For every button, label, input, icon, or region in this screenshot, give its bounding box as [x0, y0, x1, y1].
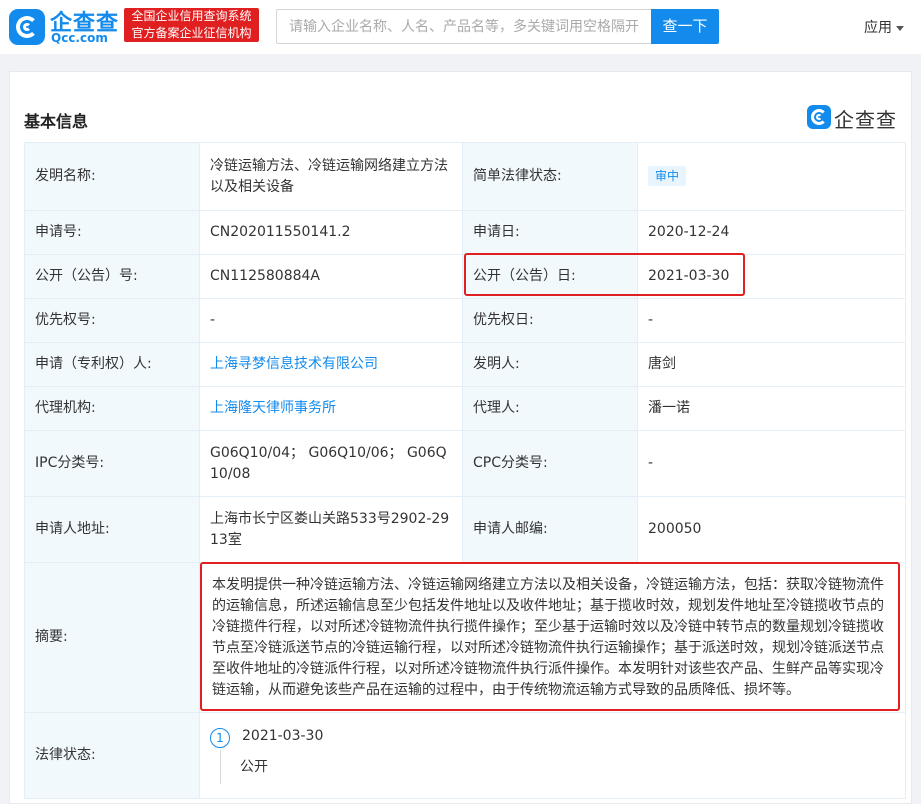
slogan-line-1: 全国企业信用查询系统 [131, 9, 252, 23]
priority-no-label: 优先权号: [24, 298, 200, 343]
agency-link[interactable]: 上海隆天律师事务所 [210, 400, 336, 416]
ipc-value: G06Q10/04； G06Q10/06； G06Q10/08 [199, 430, 463, 497]
table-row: 公开（公告）号: CN112580884A 公开（公告）日: 2021-03-3… [24, 254, 906, 299]
table-row: 代理机构: 上海隆天律师事务所 代理人: 潘一诺 [24, 386, 906, 431]
priority-date-label: 优先权日: [462, 298, 638, 343]
inventor-label: 发明人: [462, 342, 638, 387]
ipc-label: IPC分类号: [24, 430, 200, 497]
invention-name-value: 冷链运输方法、冷链运输网络建立方法以及相关设备 [199, 142, 463, 211]
slogan-line-2: 官方备案企业征信机构 [131, 26, 252, 40]
legal-status-simple-cell: 审中 [637, 142, 906, 211]
status-badge: 审中 [648, 166, 687, 186]
table-row: 申请人地址: 上海市长宁区娄山关路533号2902-2913室 申请人邮编: 2… [24, 496, 906, 563]
cpc-label: CPC分类号: [462, 430, 638, 497]
logo-domain: Qcc.com [51, 31, 108, 45]
publication-date-label: 公开（公告）日: [462, 254, 638, 299]
table-row: 申请号: CN202011550141.2 申请日: 2020-12-24 [24, 210, 906, 255]
priority-date-value: - [637, 298, 906, 343]
apps-label: 应用 [864, 20, 892, 36]
abstract-label: 摘要: [24, 562, 200, 713]
qcc-watermark: 企查查 [807, 104, 903, 132]
timeline-step-index: 1 [210, 727, 230, 748]
table-row: 发明名称: 冷链运输方法、冷链运输网络建立方法以及相关设备 简单法律状态: 审中 [24, 142, 906, 211]
postcode-value: 200050 [637, 496, 906, 563]
watermark-text: 企查查 [834, 108, 897, 132]
publication-date-value: 2021-03-30 [637, 254, 906, 299]
basic-info-table: 发明名称: 冷链运输方法、冷链运输网络建立方法以及相关设备 简单法律状态: 审中… [24, 142, 906, 799]
address-label: 申请人地址: [24, 496, 200, 563]
inventor-value: 唐剑 [637, 342, 906, 387]
legal-status-cell: 1 2021-03-30 公开 [199, 712, 906, 799]
publication-no-label: 公开（公告）号: [24, 254, 200, 299]
table-row: 申请（专利权）人: 上海寻梦信息技术有限公司 发明人: 唐剑 [24, 342, 906, 387]
invention-name-label: 发明名称: [24, 142, 200, 211]
priority-no-value: - [199, 298, 463, 343]
agent-label: 代理人: [462, 386, 638, 431]
logo-ring-inner [816, 114, 822, 120]
qcc-logo-icon [807, 105, 831, 129]
application-date-value: 2020-12-24 [637, 210, 906, 255]
legal-status-simple-label: 简单法律状态: [462, 142, 638, 211]
search-input[interactable] [277, 10, 652, 43]
agency-label: 代理机构: [24, 386, 200, 431]
legal-status-timeline: 1 2021-03-30 公开 [210, 720, 895, 792]
top-navbar: 企查查 Qcc.com 全国企业信用查询系统 官方备案企业征信机构 查一下 应用 [0, 0, 921, 54]
apps-menu[interactable]: 应用 [864, 17, 904, 37]
postcode-label: 申请人邮编: [462, 496, 638, 563]
publication-no-value: CN112580884A [199, 254, 463, 299]
qcc-logo-icon[interactable] [9, 9, 45, 45]
search-box [276, 9, 652, 44]
search-button[interactable]: 查一下 [651, 9, 719, 44]
slogan-badge: 全国企业信用查询系统 官方备案企业征信机构 [124, 8, 259, 42]
table-row: IPC分类号: G06Q10/04； G06Q10/06； G06Q10/08 … [24, 430, 906, 497]
logo-ring-inner [23, 23, 31, 31]
agency-cell: 上海隆天律师事务所 [199, 386, 463, 431]
applicant-cell: 上海寻梦信息技术有限公司 [199, 342, 463, 387]
caret-down-icon [896, 25, 904, 31]
section-title: 基本信息 [24, 112, 89, 131]
applicant-label: 申请（专利权）人: [24, 342, 200, 387]
table-row: 法律状态: 1 2021-03-30 公开 [24, 712, 906, 799]
timeline-date: 2021-03-30 [242, 727, 324, 744]
table-row: 优先权号: - 优先权日: - [24, 298, 906, 343]
application-date-label: 申请日: [462, 210, 638, 255]
application-no-value: CN202011550141.2 [199, 210, 463, 255]
agent-value: 潘一诺 [637, 386, 906, 431]
timeline-status: 公开 [240, 758, 268, 775]
abstract-value: 本发明提供一种冷链运输方法、冷链运输网络建立方法以及相关设备，冷链运输方法，包括… [199, 562, 906, 713]
legal-status-label: 法律状态: [24, 712, 200, 799]
timeline-connector [220, 749, 221, 784]
address-value: 上海市长宁区娄山关路533号2902-2913室 [199, 496, 463, 563]
cpc-value: - [637, 430, 906, 497]
table-row: 摘要: 本发明提供一种冷链运输方法、冷链运输网络建立方法以及相关设备，冷链运输方… [24, 562, 906, 713]
applicant-link[interactable]: 上海寻梦信息技术有限公司 [210, 356, 378, 372]
application-no-label: 申请号: [24, 210, 200, 255]
